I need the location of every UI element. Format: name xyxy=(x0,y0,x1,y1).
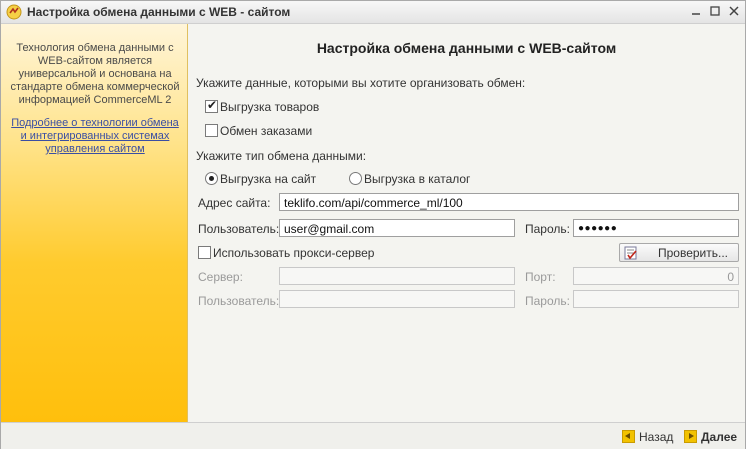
choose-data-label: Укажите данные, которыми вы хотите орган… xyxy=(196,76,526,90)
proxy-server-input[interactable] xyxy=(279,267,515,285)
proxy-server-label: Сервер: xyxy=(198,270,243,284)
radio-upload-catalog-label[interactable]: Выгрузка в каталог xyxy=(364,172,470,186)
check-button-label: Проверить... xyxy=(658,246,729,260)
proxy-password-input[interactable] xyxy=(573,290,739,308)
dialog-window: Настройка обмена данными с WEB - сайтом … xyxy=(0,0,746,449)
checklist-icon xyxy=(624,246,637,260)
footer-bar: Назад Далее xyxy=(1,422,745,449)
use-proxy-checkbox[interactable] xyxy=(198,246,211,259)
arrow-right-icon xyxy=(684,430,697,443)
next-button-label: Далее xyxy=(701,430,738,444)
maximize-icon[interactable] xyxy=(708,5,722,19)
radio-selected-dot xyxy=(209,176,214,181)
check-button[interactable]: Проверить... xyxy=(619,243,739,262)
info-sidebar: Технология обмена данными с WEB-сайтом я… xyxy=(1,24,188,422)
settings-panel: Настройка обмена данными с WEB-сайтом Ук… xyxy=(188,24,745,422)
minimize-icon[interactable] xyxy=(689,5,703,19)
radio-upload-catalog[interactable] xyxy=(349,172,362,185)
sidebar-description: Технология обмена данными с WEB-сайтом я… xyxy=(10,42,180,106)
upload-goods-label[interactable]: Выгрузка товаров xyxy=(220,100,319,114)
title-bar[interactable]: Настройка обмена данными с WEB - сайтом xyxy=(1,1,745,24)
site-address-label: Адрес сайта: xyxy=(198,196,271,210)
proxy-password-label: Пароль: xyxy=(525,294,570,308)
password-input[interactable]: ●●●●●● xyxy=(573,219,739,237)
window-title: Настройка обмена данными с WEB - сайтом xyxy=(27,5,291,19)
radio-upload-site[interactable] xyxy=(205,172,218,185)
page-title: Настройка обмена данными с WEB-сайтом xyxy=(316,40,617,56)
more-info-link[interactable]: Подробнее о технологии обмена и интегрир… xyxy=(9,117,181,156)
back-button-label: Назад xyxy=(639,430,674,444)
password-label: Пароль: xyxy=(525,222,570,236)
exchange-type-label: Укажите тип обмена данными: xyxy=(196,149,367,163)
exchange-orders-label[interactable]: Обмен заказами xyxy=(220,124,312,138)
next-button[interactable]: Далее xyxy=(682,428,742,445)
proxy-user-input[interactable] xyxy=(279,290,515,308)
checkmark-icon: ✔ xyxy=(207,98,218,112)
user-input[interactable]: user@gmail.com xyxy=(279,219,515,237)
proxy-port-label: Порт: xyxy=(525,270,556,284)
proxy-port-input[interactable]: 0 xyxy=(573,267,739,285)
exchange-orders-checkbox[interactable] xyxy=(205,124,218,137)
close-icon[interactable] xyxy=(727,5,741,19)
arrow-left-icon xyxy=(622,430,635,443)
radio-upload-site-label[interactable]: Выгрузка на сайт xyxy=(220,172,316,186)
app-icon xyxy=(6,4,22,20)
upload-goods-checkbox[interactable]: ✔ xyxy=(205,98,218,113)
user-label: Пользователь: xyxy=(198,222,280,236)
use-proxy-label[interactable]: Использовать прокси-сервер xyxy=(213,246,374,260)
site-address-input[interactable]: teklifo.com/api/commerce_ml/100 xyxy=(279,193,739,211)
back-button[interactable]: Назад xyxy=(620,428,674,445)
proxy-user-label: Пользователь: xyxy=(198,294,280,308)
